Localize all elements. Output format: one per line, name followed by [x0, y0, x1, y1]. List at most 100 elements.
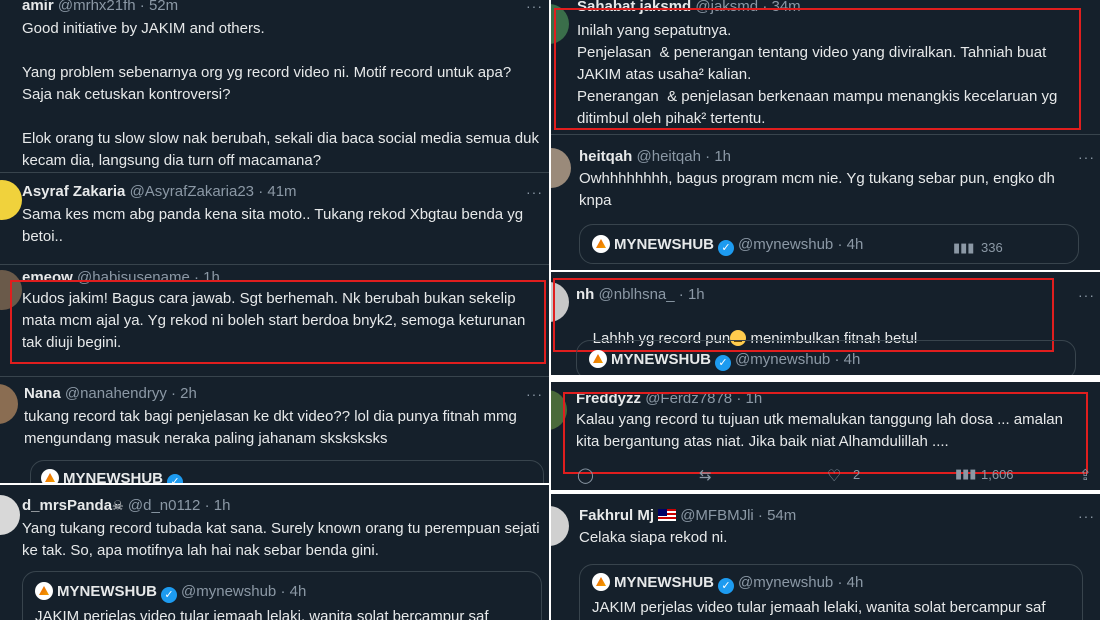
- author-name[interactable]: d_mrsPanda: [22, 497, 112, 514]
- author-name[interactable]: amir: [22, 0, 54, 14]
- quoted-author-name: MYNEWSHUB: [63, 470, 163, 483]
- mynewshub-logo-icon: [592, 573, 610, 591]
- separator-dot: ·: [258, 183, 264, 200]
- retweet-icon[interactable]: ⇆: [699, 466, 712, 484]
- more-options-icon[interactable]: ···: [1078, 287, 1095, 303]
- tweet-amir[interactable]: amir @mrhx21fh · 52m ··· Good initiative…: [0, 0, 549, 176]
- verified-badge-icon: ✓: [718, 578, 734, 594]
- analytics-icon[interactable]: ▮▮▮: [953, 240, 974, 256]
- quoted-tweet-card[interactable]: MYNEWSHUB ✓ @mynewshub · 4h JAKIM perjelas…: [579, 564, 1083, 620]
- tweet-text: Owhhhhhhhh, bagus program mcm nie. Yg tu…: [579, 170, 1060, 209]
- author-handle[interactable]: @mrhx21fh: [58, 0, 136, 14]
- quoted-author-name: MYNEWSHUB: [57, 583, 157, 600]
- quoted-tweet-card[interactable]: MYNEWSHUB ✓: [30, 460, 544, 483]
- timestamp[interactable]: 2h: [180, 385, 197, 402]
- avatar[interactable]: [0, 495, 20, 535]
- action-bar: ◯ ⇆ ♡ 2 ▮▮▮ 1,606 ⇪: [551, 466, 1100, 486]
- verified-badge-icon: ✓: [167, 474, 183, 483]
- more-options-icon[interactable]: ···: [526, 386, 543, 402]
- quoted-author-name: MYNEWSHUB: [614, 574, 714, 591]
- right-bottom-screenshot-panel: Fakhrul Mj @MFBMJli · 54m ··· Celaka sia…: [551, 494, 1100, 620]
- quoted-timestamp: 4h: [289, 583, 307, 600]
- like-count: 2: [853, 467, 861, 482]
- separator-dot: ·: [837, 574, 843, 591]
- tweet-header: Nana @nanahendryy · 2h: [24, 384, 197, 404]
- tweet-header: heitqah @heitqah · 1h: [579, 147, 731, 167]
- left-screenshot-panel: amir @mrhx21fh · 52m ··· Good initiative…: [0, 0, 549, 483]
- quoted-header: MYNEWSHUB ✓ @mynewshub · 4h: [592, 573, 863, 594]
- more-options-icon[interactable]: ···: [526, 184, 543, 200]
- quoted-header: MYNEWSHUB ✓: [41, 469, 187, 483]
- tweet-text: Sama kes mcm abg panda kena sita moto.. …: [22, 206, 528, 245]
- action-bar: ▮▮▮ 336: [551, 240, 1100, 260]
- right-lower-screenshot-panel: Freddyzz @Ferdz7878 · 1h Kalau yang reco…: [551, 382, 1100, 490]
- reply-icon[interactable]: ◯: [577, 466, 594, 484]
- more-options-icon[interactable]: ···: [1078, 149, 1095, 165]
- tweet-asyraf[interactable]: Asyraf Zakaria @AsyrafZakaria23 · 41m ··…: [0, 172, 549, 264]
- verified-badge-icon: ✓: [161, 587, 177, 603]
- verified-badge-icon: ✓: [715, 355, 731, 371]
- more-options-icon[interactable]: ···: [1078, 508, 1095, 524]
- avatar[interactable]: [551, 506, 569, 546]
- tweet-text: Good initiative by JAKIM and others. Yan…: [22, 20, 539, 169]
- more-options-icon[interactable]: ···: [526, 0, 543, 14]
- quoted-handle: @mynewshub: [735, 351, 831, 368]
- separator-dot: ·: [280, 583, 286, 600]
- tweet-header: Asyraf Zakaria @AsyrafZakaria23 · 41m: [22, 182, 297, 202]
- separator-dot: ·: [705, 148, 711, 165]
- avatar[interactable]: [551, 148, 571, 188]
- tweet-header: amir @mrhx21fh · 52m: [22, 0, 178, 16]
- author-handle[interactable]: @AsyrafZakaria23: [130, 183, 254, 200]
- quoted-timestamp: 4h: [846, 574, 864, 591]
- separator-dot: ·: [171, 385, 176, 402]
- quoted-text: JAKIM perjelas video tular jemaah lelaki…: [592, 599, 1046, 616]
- quoted-tweet-card[interactable]: MYNEWSHUB ✓ @mynewshub · 4h: [576, 340, 1076, 375]
- tweet-header: Fakhrul Mj @MFBMJli · 54m: [579, 506, 796, 526]
- highlight-box: [10, 280, 546, 364]
- author-name[interactable]: Asyraf Zakaria: [22, 183, 125, 200]
- right-top-screenshot-panel: Sahabat jaksmd @jaksmd · 34m Inilah yang…: [551, 0, 1100, 270]
- quoted-handle: @mynewshub: [181, 583, 277, 600]
- like-icon[interactable]: ♡: [827, 466, 841, 486]
- mynewshub-logo-icon: [41, 469, 59, 483]
- timestamp[interactable]: 52m: [149, 0, 178, 14]
- tweet-text: Celaka siapa rekod ni.: [579, 529, 728, 546]
- quoted-handle: @mynewshub: [738, 574, 834, 591]
- author-handle[interactable]: @MFBMJli: [680, 507, 754, 524]
- quoted-author-name: MYNEWSHUB: [611, 351, 711, 368]
- quoted-header: MYNEWSHUB ✓ @mynewshub · 4h: [35, 582, 306, 603]
- highlight-box: [563, 392, 1088, 474]
- quoted-text: JAKIM perjelas video tular jemaah lelaki…: [35, 608, 489, 620]
- quoted-timestamp: 4h: [843, 351, 861, 368]
- timestamp[interactable]: 1h: [214, 497, 231, 514]
- author-handle[interactable]: @nanahendryy: [65, 385, 167, 402]
- timestamp[interactable]: 54m: [767, 507, 796, 524]
- separator-dot: ·: [834, 351, 840, 368]
- quoted-header: MYNEWSHUB ✓ @mynewshub · 4h: [589, 350, 860, 371]
- tweet-text: Yang tukang record tubada kat sana. Sure…: [22, 520, 544, 559]
- author-handle[interactable]: @heitqah: [637, 148, 701, 165]
- right-middle-screenshot-panel: nh @nblhsna_ · 1h ··· Lahhh yg record pu…: [551, 272, 1100, 375]
- author-handle[interactable]: @d_n0112: [128, 497, 201, 514]
- separator-dot: ·: [757, 507, 763, 524]
- share-icon[interactable]: ⇪: [1079, 466, 1092, 484]
- tweet-header: d_mrsPanda☠ @d_n0112 · 1h: [22, 496, 230, 516]
- skull-emoji-icon: ☠: [112, 498, 124, 513]
- avatar[interactable]: [0, 384, 18, 424]
- tweet-nana[interactable]: Nana @nanahendryy · 2h ··· tukang record…: [0, 376, 549, 483]
- tweet-text: tukang record tak bagi penjelasan ke dkt…: [24, 408, 521, 447]
- mynewshub-logo-icon: [589, 350, 607, 368]
- mynewshub-logo-icon: [35, 582, 53, 600]
- author-name[interactable]: Nana: [24, 385, 61, 402]
- author-name[interactable]: heitqah: [579, 148, 632, 165]
- timestamp[interactable]: 41m: [267, 183, 296, 200]
- avatar[interactable]: [0, 180, 22, 220]
- separator-dot: ·: [204, 497, 210, 514]
- highlight-box: [554, 8, 1081, 130]
- quoted-tweet-card[interactable]: MYNEWSHUB ✓ @mynewshub · 4h JAKIM perjelas…: [22, 571, 542, 620]
- timestamp[interactable]: 1h: [714, 148, 731, 165]
- view-count: 1,606: [981, 467, 1014, 482]
- author-name[interactable]: Fakhrul Mj: [579, 507, 654, 524]
- analytics-icon[interactable]: ▮▮▮: [955, 466, 976, 482]
- view-count: 336: [981, 240, 1003, 255]
